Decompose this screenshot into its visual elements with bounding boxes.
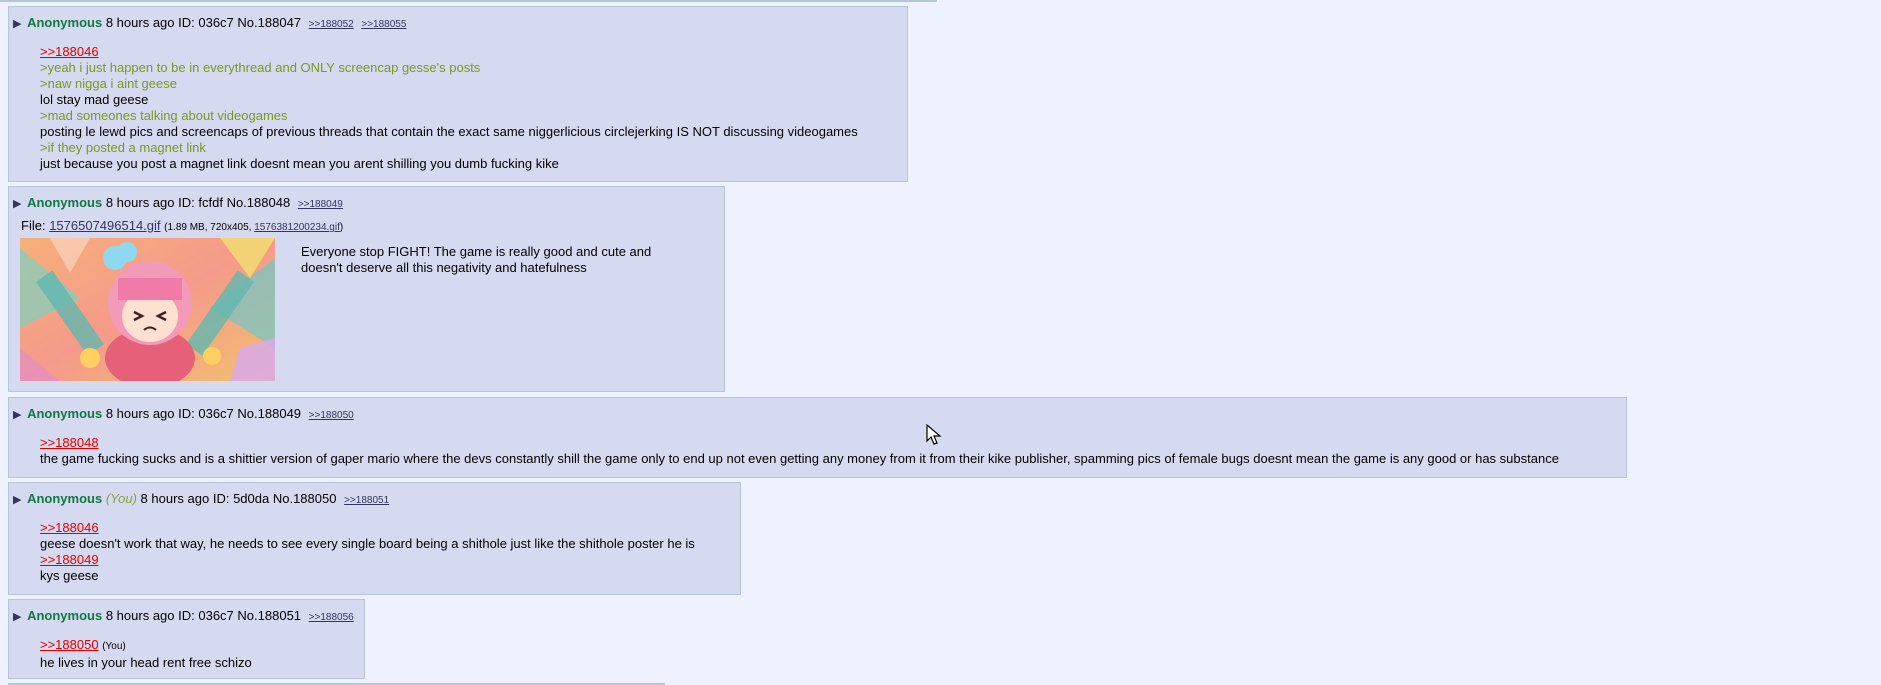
backlink[interactable]: >>188055 [361, 19, 406, 30]
post-number[interactable]: No.188051 [237, 608, 301, 623]
post-message: >>188046 >yeah i just happen to be in ev… [40, 44, 858, 172]
post-188051: ▶ Anonymous 8 hours ago ID: 036c7 No.188… [8, 599, 365, 679]
post-message: >>188048 the game fucking sucks and is a… [40, 435, 1559, 467]
backlink[interactable]: >>188049 [298, 199, 343, 210]
post-header: ▶ Anonymous 8 hours ago ID: 036c7 No.188… [13, 608, 354, 625]
post-menu-arrow-icon[interactable]: ▶ [13, 18, 21, 30]
poster-name: Anonymous [27, 15, 103, 30]
thread-divider-top [0, 0, 937, 2]
backlink[interactable]: >>188056 [309, 612, 354, 623]
post-time: 8 hours ago [105, 15, 175, 30]
post-number[interactable]: No.188049 [237, 406, 301, 421]
quote-link[interactable]: >>188050 [40, 637, 99, 652]
poster-id[interactable]: ID: 036c7 [178, 15, 234, 30]
text-line: kys geese [40, 568, 99, 583]
file-link[interactable]: 1576507496514.gif [49, 218, 160, 233]
post-188047: ▶ Anonymous 8 hours ago ID: 036c7 No.188… [8, 6, 908, 182]
greentext-line: >naw nigga i aint geese [40, 76, 177, 91]
original-filename-link[interactable]: 1576381200234.gif [254, 222, 340, 233]
post-header: ▶ Anonymous 8 hours ago ID: 036c7 No.188… [13, 15, 406, 32]
greentext-line: >if they posted a magnet link [40, 140, 206, 155]
you-marker: (You) [102, 641, 126, 652]
poster-name: Anonymous [27, 195, 103, 210]
post-time: 8 hours ago [105, 406, 175, 421]
post-number[interactable]: No.188047 [237, 15, 301, 30]
post-header: ▶ Anonymous 8 hours ago ID: 036c7 No.188… [13, 406, 354, 423]
post-number[interactable]: No.188050 [273, 491, 337, 506]
post-188049: ▶ Anonymous 8 hours ago ID: 036c7 No.188… [8, 397, 1627, 478]
greentext-line: >mad someones talking about videogames [40, 108, 288, 123]
file-meta: (1.89 MB, 720x405, 1576381200234.gif) [164, 222, 343, 233]
poster-name: Anonymous [27, 608, 103, 623]
mouse-cursor-icon [926, 424, 942, 445]
post-image-thumbnail[interactable] [20, 238, 275, 381]
post-menu-arrow-icon[interactable]: ▶ [13, 494, 21, 506]
post-number[interactable]: No.188048 [227, 195, 291, 210]
backlink[interactable]: >>188052 [309, 19, 354, 30]
post-message: Everyone stop FIGHT! The game is really … [301, 244, 651, 276]
post-header: ▶ Anonymous 8 hours ago ID: fcfdf No.188… [13, 195, 343, 212]
text-line: he lives in your head rent free schizo [40, 655, 252, 670]
text-line: the game fucking sucks and is a shittier… [40, 451, 1559, 466]
post-message: >>188046 geese doesn't work that way, he… [40, 520, 695, 584]
post-188048: ▶ Anonymous 8 hours ago ID: fcfdf No.188… [8, 186, 725, 392]
post-time: 8 hours ago [140, 491, 210, 506]
anime-girl-image [20, 238, 275, 381]
quote-link[interactable]: >>188046 [40, 44, 858, 60]
file-label: File: [21, 218, 46, 233]
you-marker: (You) [105, 491, 137, 506]
poster-id[interactable]: ID: 5d0da [213, 491, 269, 506]
post-menu-arrow-icon[interactable]: ▶ [13, 198, 21, 210]
post-188050: ▶ Anonymous (You) 8 hours ago ID: 5d0da … [8, 482, 741, 595]
quote-link[interactable]: >>188046 [40, 520, 695, 536]
text-line: doesn't deserve all this negativity and … [301, 260, 587, 275]
post-time: 8 hours ago [105, 195, 175, 210]
quote-link[interactable]: >>188048 [40, 435, 1559, 451]
text-line: Everyone stop FIGHT! The game is really … [301, 244, 652, 259]
text-line: geese doesn't work that way, he needs to… [40, 536, 695, 551]
file-meta-close: ) [339, 222, 344, 233]
greentext-line: >yeah i just happen to be in everythread… [40, 60, 481, 75]
post-header: ▶ Anonymous (You) 8 hours ago ID: 5d0da … [13, 491, 389, 508]
file-meta-size: (1.89 MB, 720x405, [164, 222, 252, 233]
file-info: File: 1576507496514.gif (1.89 MB, 720x40… [21, 218, 343, 233]
poster-id[interactable]: ID: fcfdf [178, 195, 223, 210]
quote-line: >>188050 (You) [40, 637, 252, 655]
post-menu-arrow-icon[interactable]: ▶ [13, 611, 21, 623]
poster-name: Anonymous [27, 406, 103, 421]
quote-link[interactable]: >>188049 [40, 552, 695, 568]
post-message: >>188050 (You) he lives in your head ren… [40, 637, 252, 671]
text-line: just because you post a magnet link does… [40, 156, 559, 171]
text-line: posting le lewd pics and screencaps of p… [40, 124, 858, 139]
poster-name: Anonymous [27, 491, 103, 506]
text-line: lol stay mad geese [40, 92, 149, 107]
post-menu-arrow-icon[interactable]: ▶ [13, 409, 21, 421]
backlink[interactable]: >>188051 [344, 495, 389, 506]
poster-id[interactable]: ID: 036c7 [178, 406, 234, 421]
post-time: 8 hours ago [105, 608, 175, 623]
backlink[interactable]: >>188050 [309, 410, 354, 421]
poster-id[interactable]: ID: 036c7 [178, 608, 234, 623]
